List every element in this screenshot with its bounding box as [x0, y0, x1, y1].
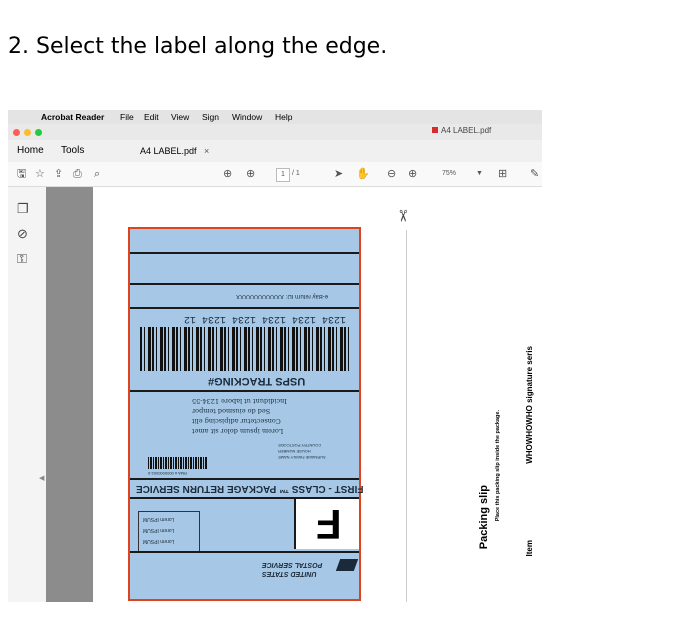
window-title-text: A4 LABEL.pdf [441, 126, 492, 135]
page-total: / 1 [292, 170, 300, 177]
zoom-out-icon[interactable]: ⊖ [387, 162, 396, 186]
close-window-button[interactable] [13, 129, 20, 136]
packing-slip-title: Packing slip [478, 485, 490, 550]
label-divider [130, 478, 359, 480]
attachment-icon[interactable]: ⊘ [17, 226, 28, 242]
shipping-label[interactable]: e-Bay return ID: XXXXXXXXXXXX 1234 1234 … [128, 227, 364, 601]
tab-home[interactable]: Home [17, 140, 44, 162]
app-menu[interactable]: Acrobat Reader [41, 110, 104, 124]
item-header: Item [525, 540, 534, 557]
minimize-window-button[interactable] [24, 129, 31, 136]
service-letter-box: F [294, 499, 359, 549]
menu-file[interactable]: File [120, 110, 134, 124]
lorem-box-line: Lorem IPSUM [143, 527, 175, 533]
address-line: SURNAME FAMILY NAME [278, 455, 326, 460]
tab-tools[interactable]: Tools [61, 140, 84, 162]
label-divider [130, 390, 359, 392]
lorem-box: Lorem IPSUM Lorem IPSUM Lorem IPSUM [138, 511, 200, 553]
menu-edit[interactable]: Edit [144, 110, 159, 124]
fit-page-icon[interactable]: ⊞ [498, 162, 507, 186]
close-tab-icon[interactable]: × [204, 140, 209, 162]
usps-eagle-icon [335, 559, 359, 571]
usps-line: POSTAL SERVICE [262, 561, 323, 568]
lorem-box-line: Lorem IPSUM [143, 538, 175, 544]
lorem-line: Incididunt ut labore 1234-55 [192, 397, 287, 405]
label-divider [130, 551, 359, 553]
annotate-icon[interactable]: ✎ [530, 162, 539, 186]
menu-sign[interactable]: Sign [202, 110, 219, 124]
packing-slip-subtitle: Place this packing slip inside the packa… [495, 410, 501, 522]
search-zoom-icon[interactable]: ⌕ [94, 162, 100, 186]
save-icon[interactable]: 🖫 [17, 162, 26, 186]
rma-barcode [148, 457, 208, 469]
label-divider [130, 283, 359, 285]
window-titlebar: A4 LABEL.pdf [8, 124, 542, 140]
tracking-number: 1234 1234 1234 1234 1234 12 [184, 313, 347, 324]
window-title: A4 LABEL.pdf [432, 126, 491, 135]
chevron-down-icon[interactable]: ▼ [476, 162, 483, 186]
tracking-barcode [140, 327, 350, 371]
zoom-in-icon[interactable]: ⊕ [408, 162, 417, 186]
bookmark-star-icon[interactable]: ☆ [35, 162, 45, 186]
service-letter: F [316, 501, 342, 548]
usps-line: UNITED STATES [262, 570, 317, 577]
return-id: e-Bay return ID: XXXXXXXXXXXX [236, 293, 329, 299]
step-title: 2. Select the label along the edge. [8, 34, 388, 59]
pages-icon[interactable]: ❐ [17, 201, 29, 217]
rma-number: RMA # 0000000002-0 [148, 471, 187, 476]
page-number-input[interactable]: 1 [276, 168, 290, 182]
lorem-line: Consectetur adipiscing elit [192, 417, 281, 425]
menu-window[interactable]: Window [232, 110, 262, 124]
pdf-icon [432, 127, 438, 133]
menu-help[interactable]: Help [275, 110, 292, 124]
mac-menubar: Acrobat Reader File Edit View Sign Windo… [8, 110, 542, 124]
service-type: FIRST - CLASS ™ PACKAGE RETURN SERVICE [136, 483, 364, 494]
zoom-window-button[interactable] [35, 129, 42, 136]
lock-icon[interactable]: ⚿ [17, 251, 27, 267]
toolbar: 🖫 ☆ ⇪ ⎙ ⌕ ⊕ ⊕ 1 / 1 ➤ ✋ ⊖ ⊕ 75% ▼ ⊞ ✎ [8, 162, 542, 187]
page-gutter [46, 187, 93, 602]
acrobat-screenshot: Acrobat Reader File Edit View Sign Windo… [8, 110, 542, 602]
hand-tool-icon[interactable]: ✋ [356, 162, 370, 186]
lorem-line: Sed do eiusmod tempor [192, 407, 271, 415]
tracking-title: USPS TRACKING# [208, 375, 306, 387]
previous-page-icon[interactable]: ⊕ [223, 162, 232, 186]
address-line: COUNTRY POSTCODE [278, 443, 322, 448]
share-icon[interactable]: ⇪ [54, 162, 63, 186]
scissors-icon: ✂ [393, 209, 411, 223]
label-divider [130, 252, 359, 254]
menu-view[interactable]: View [171, 110, 189, 124]
next-page-icon[interactable]: ⊕ [246, 162, 255, 186]
select-cursor-icon[interactable]: ➤ [334, 162, 343, 186]
tab-bar: Home Tools A4 LABEL.pdf × [8, 140, 542, 163]
item-value: WHOWHOWHO signature seris [525, 346, 534, 464]
cut-line [406, 230, 407, 602]
lorem-line: Lorem ipsum dolor sit amet [192, 427, 284, 435]
collapse-sidebar-icon[interactable]: ◀ [39, 474, 44, 482]
print-icon[interactable]: ⎙ [73, 162, 82, 186]
label-divider [130, 307, 359, 309]
left-sidebar: ❐ ⊘ ⚿ ◀ [8, 187, 46, 602]
lorem-box-line: Lorem IPSUM [143, 516, 175, 522]
address-line: HOUSE NUMBER [278, 449, 311, 454]
